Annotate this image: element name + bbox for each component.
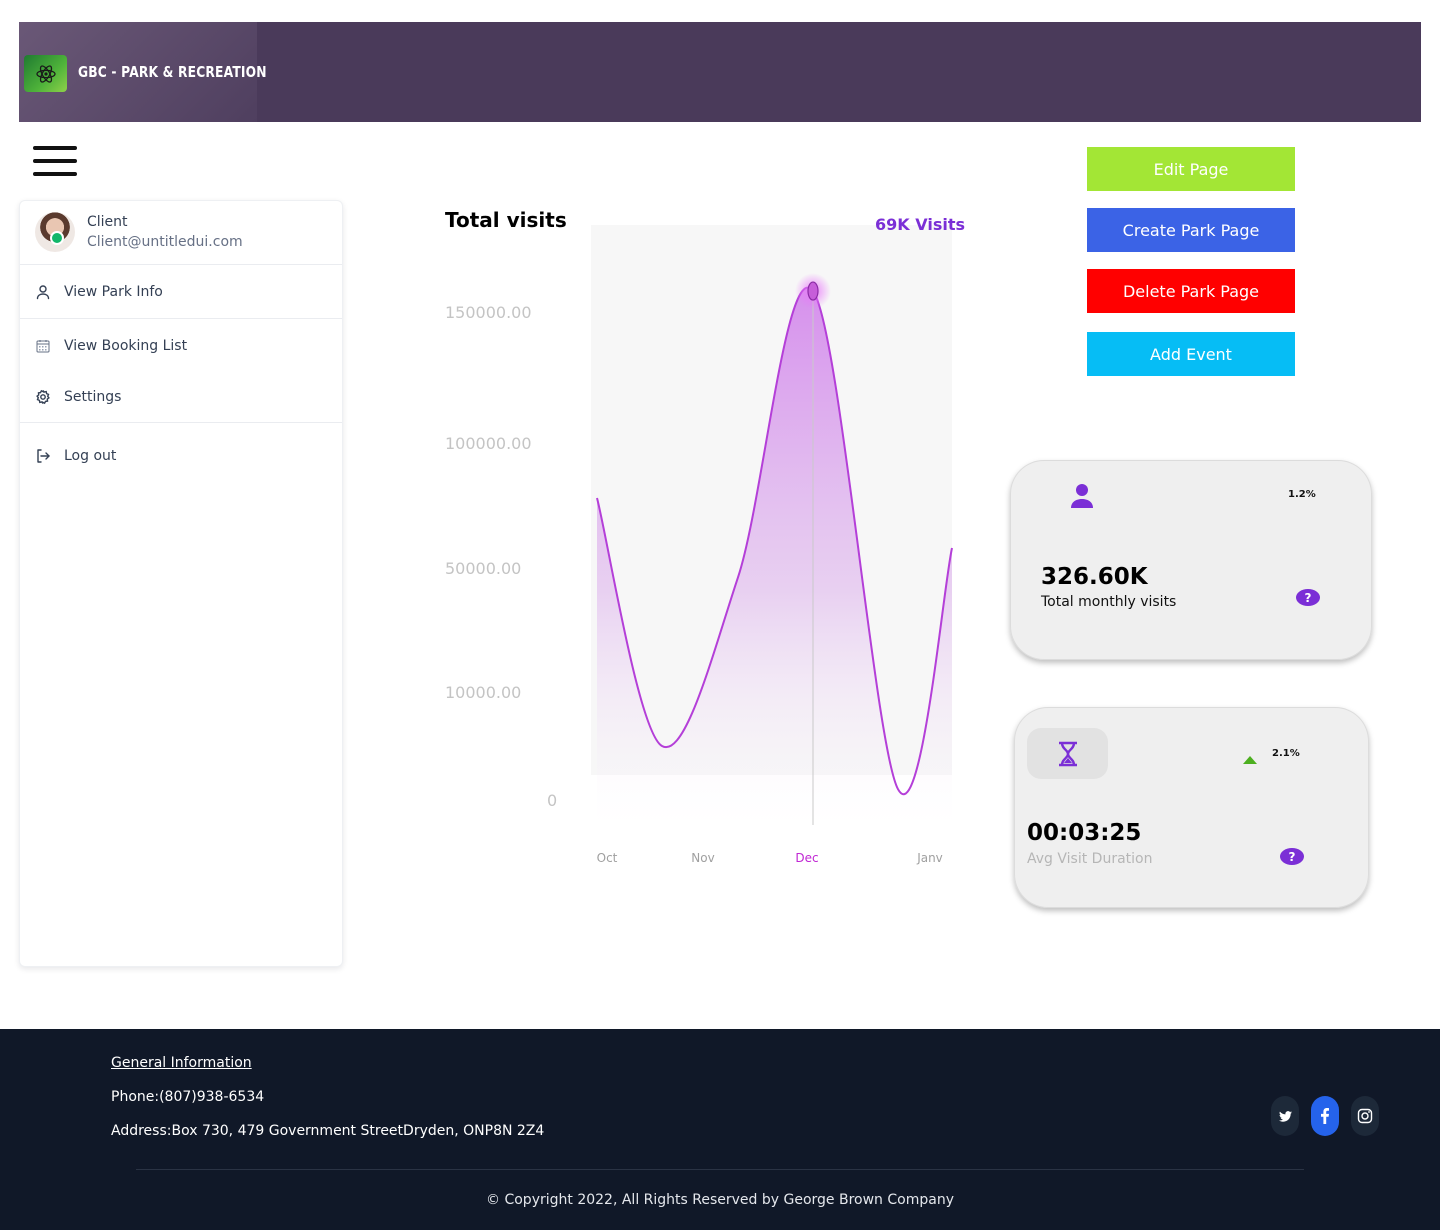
help-icon[interactable]: ? — [1296, 589, 1320, 606]
divider — [20, 264, 342, 265]
user-name: Client — [87, 214, 128, 230]
sidebar-item-label: Log out — [64, 448, 117, 464]
online-status-dot — [50, 231, 64, 245]
header-banner: GBC - PARK & RECREATION — [19, 22, 1421, 122]
duration-change: 2.1% — [1272, 748, 1300, 759]
logo[interactable]: GBC - PARK & RECREATION — [19, 22, 267, 122]
menu-icon[interactable] — [33, 144, 77, 178]
add-event-button[interactable]: Add Event — [1087, 332, 1295, 376]
sidebar-item-settings[interactable]: Settings — [20, 379, 342, 415]
hourglass-icon — [1027, 728, 1108, 779]
divider — [20, 318, 342, 319]
x-tick-label: Nov — [691, 851, 714, 865]
x-tick-label: Oct — [597, 851, 618, 865]
edit-page-button[interactable]: Edit Page — [1087, 147, 1295, 191]
x-tick-label: Janv — [916, 851, 943, 865]
monthly-visits-value: 326.60K — [1041, 564, 1148, 590]
user-email: Client@untitledui.com — [87, 234, 243, 250]
y-tick-label: 50000.00 — [445, 559, 521, 578]
sidebar-item-label: Settings — [64, 389, 122, 405]
twitter-icon[interactable] — [1271, 1096, 1299, 1136]
peak-annotation: 69K Visits — [875, 215, 965, 234]
logo-text: GBC - PARK & RECREATION — [78, 63, 267, 81]
sidebar-item-label: View Booking List — [64, 338, 188, 354]
monthly-visits-card: 1.2% 326.60K Total monthly visits ? — [1010, 460, 1372, 660]
divider — [20, 422, 342, 423]
calendar-icon — [35, 338, 51, 354]
copyright: © Copyright 2022, All Rights Reserved by… — [486, 1192, 954, 1208]
footer-phone: Phone:(807)938-6534 — [111, 1089, 265, 1105]
help-icon[interactable]: ? — [1280, 848, 1304, 865]
y-tick-label: 0 — [547, 791, 557, 810]
sidebar-item-log-out[interactable]: Log out — [20, 438, 342, 474]
avg-duration-value: 00:03:25 — [1027, 820, 1142, 846]
user-icon — [1070, 483, 1094, 513]
y-tick-label: 100000.00 — [445, 434, 532, 453]
avg-duration-card: 2.1% 00:03:25 Avg Visit Duration ? — [1014, 707, 1369, 908]
create-park-page-button[interactable]: Create Park Page — [1087, 208, 1295, 252]
triangle-up-icon — [1243, 749, 1257, 768]
footer: General Information Phone:(807)938-6534 … — [0, 1029, 1440, 1230]
x-tick-label: Dec — [795, 851, 818, 865]
footer-address: Address:Box 730, 479 Government StreetDr… — [111, 1123, 545, 1139]
sidebar-item-view-booking-list[interactable]: View Booking List — [20, 328, 342, 364]
visits-change: 1.2% — [1288, 489, 1316, 500]
facebook-icon[interactable] — [1311, 1096, 1339, 1136]
logout-icon — [35, 448, 51, 464]
gear-icon — [35, 389, 51, 405]
highlight-point[interactable] — [807, 281, 819, 301]
y-tick-label: 10000.00 — [445, 683, 521, 702]
user-icon — [35, 284, 51, 300]
instagram-icon[interactable] — [1351, 1096, 1379, 1136]
visits-chart: 150000.00 100000.00 50000.00 10000.00 0 Oct N… — [445, 225, 953, 865]
delete-park-page-button[interactable]: Delete Park Page — [1087, 269, 1295, 313]
general-information-link[interactable]: General Information — [111, 1055, 252, 1071]
avg-duration-label: Avg Visit Duration — [1027, 851, 1153, 867]
y-tick-label: 150000.00 — [445, 303, 532, 322]
footer-divider — [136, 1169, 1304, 1170]
sidebar-item-label: View Park Info — [64, 284, 163, 300]
monthly-visits-label: Total monthly visits — [1041, 594, 1177, 610]
sidebar: Client Client@untitledui.com View Park I… — [19, 200, 343, 967]
park-logo-icon — [24, 55, 67, 92]
sidebar-item-view-park-info[interactable]: View Park Info — [20, 274, 342, 310]
